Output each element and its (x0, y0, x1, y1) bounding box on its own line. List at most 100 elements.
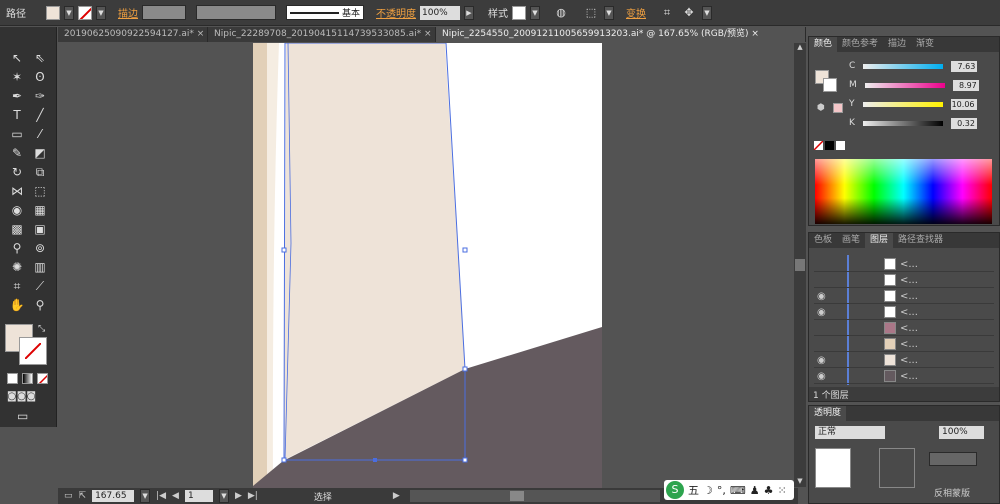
draw-mode-icon[interactable]: ◙◙◙ (7, 391, 36, 402)
none-mode-icon[interactable] (37, 373, 48, 384)
blend-icon[interactable]: ⊚ (30, 239, 50, 257)
ime-shirt-icon[interactable]: ♣ (764, 484, 774, 497)
lasso-icon[interactable]: ʘ (30, 68, 50, 86)
width-icon[interactable]: ⋈ (7, 182, 27, 200)
tab-stroke[interactable]: 描边 (883, 37, 911, 52)
selection-tool-icon[interactable]: ↖ (7, 49, 27, 67)
color-spectrum[interactable] (815, 159, 992, 224)
eye-icon[interactable]: ◉ (817, 291, 826, 302)
eye-icon[interactable]: ◉ (817, 307, 826, 318)
eye-icon[interactable]: ◉ (817, 371, 826, 382)
swap-colors-icon[interactable]: ⤡ (38, 324, 45, 334)
zoom-dropdown[interactable]: ▼ (140, 489, 151, 503)
scroll-down-icon[interactable]: ▼ (794, 477, 806, 485)
opacity-field[interactable]: 100% (420, 5, 460, 20)
page-dropdown[interactable]: ▼ (218, 489, 229, 503)
ime-mode-icon[interactable]: 五 (688, 482, 699, 498)
stroke-weight-field[interactable] (142, 5, 186, 20)
k-value[interactable]: 0.32 (950, 117, 977, 129)
ime-moon-icon[interactable]: ☽ (703, 484, 713, 497)
layer-row[interactable]: ◉ <... (814, 353, 994, 368)
next-page-icon[interactable]: ▶ (235, 491, 242, 501)
stroke-dropdown[interactable]: ▼ (96, 5, 106, 20)
c-value[interactable]: 7.63 (951, 60, 978, 72)
options-icon[interactable]: ✥ (680, 5, 698, 21)
opacity-arrow[interactable]: ▶ (464, 5, 474, 20)
pencil-icon[interactable]: ✎ (7, 144, 27, 162)
magic-wand-icon[interactable]: ✶ (7, 68, 27, 86)
isolate-icon[interactable]: ⌗ (658, 5, 676, 21)
hand-icon[interactable]: ✋ (7, 296, 27, 314)
ime-grid-icon[interactable]: ⁙ (778, 484, 787, 497)
white-swatch[interactable] (836, 141, 845, 150)
tab-transparency[interactable]: 透明度 (809, 406, 847, 421)
m-value[interactable]: 8.97 (952, 79, 979, 91)
style-swatch[interactable] (512, 5, 526, 20)
ime-user-icon[interactable]: ♟ (750, 484, 760, 497)
rectangle-icon[interactable]: ▭ (7, 125, 27, 143)
variable-width-field[interactable] (196, 5, 276, 20)
type-icon[interactable]: T (7, 106, 27, 124)
gradient-mode-icon[interactable] (22, 373, 33, 384)
tab-swatches[interactable]: 色板 (809, 233, 837, 248)
scroll-up-icon[interactable]: ▲ (794, 43, 806, 51)
m-slider[interactable] (864, 82, 945, 88)
prev-page-icon[interactable]: ◀ (172, 491, 179, 501)
ime-punct-icon[interactable]: °, (717, 484, 726, 497)
tab-color[interactable]: 颜色 (809, 37, 838, 52)
scale-icon[interactable]: ⧉ (30, 163, 50, 181)
eraser-icon[interactable]: ◩ (30, 144, 50, 162)
artboard-icon[interactable]: ⌗ (7, 277, 27, 295)
transform-label[interactable]: 变换 (626, 5, 646, 20)
layer-row[interactable]: <... (814, 257, 994, 272)
layer-row[interactable]: <... (814, 321, 994, 336)
page-field[interactable]: 1 (184, 490, 213, 502)
curvature-icon[interactable]: ✑ (30, 87, 50, 105)
pen-icon[interactable]: ✒ (7, 87, 27, 105)
opacity-label[interactable]: 不透明度 (376, 5, 416, 20)
perspective-icon[interactable]: ▦ (30, 201, 50, 219)
transparency-opacity-field[interactable]: 100% (939, 426, 984, 439)
layer-row[interactable]: ◉ <... (814, 369, 994, 384)
make-mask-button[interactable] (929, 452, 977, 466)
color-mode-icon[interactable] (7, 373, 18, 384)
align-icon[interactable]: ⬚ (582, 5, 600, 21)
direct-selection-icon[interactable]: ⇖ (30, 49, 50, 67)
mesh-icon[interactable]: ▩ (7, 220, 27, 238)
stroke-swatch[interactable] (78, 5, 92, 20)
zoom-field[interactable]: 167.65 (92, 490, 135, 502)
k-slider[interactable] (862, 120, 943, 126)
artboard-nav-icon[interactable]: ▭ (64, 491, 73, 501)
vertical-scrollbar[interactable]: ▲ ▼ (794, 43, 806, 487)
tab-color-guide[interactable]: 颜色参考 (837, 37, 883, 52)
artboard[interactable] (253, 43, 602, 489)
style-dropdown[interactable]: ▼ (530, 5, 540, 20)
none-swatch[interactable] (814, 141, 823, 150)
blend-mode-select[interactable]: 正常 (815, 426, 885, 439)
export-icon[interactable]: ⇱ (79, 491, 87, 501)
tab-document-1[interactable]: 20190625090922594127.ai* × (58, 27, 208, 42)
horizontal-scrollbar[interactable] (409, 490, 660, 502)
scroll-thumb-h[interactable] (509, 491, 524, 501)
stroke-label[interactable]: 描边 (118, 5, 138, 20)
slice-icon[interactable]: ⟋ (30, 277, 50, 295)
layer-row[interactable]: <... (814, 273, 994, 288)
tab-document-3[interactable]: Nipic_2254550_20091211005659913203.ai* @… (436, 27, 806, 42)
recolor-icon[interactable]: ◍ (552, 5, 570, 21)
zoom-icon[interactable]: ⚲ (30, 296, 50, 314)
brush-icon[interactable]: ⁄ (30, 125, 50, 143)
rotate-icon[interactable]: ↻ (7, 163, 27, 181)
tab-brushes[interactable]: 画笔 (837, 233, 865, 248)
y-slider[interactable] (862, 101, 943, 107)
status-arrow[interactable]: ▶ (393, 491, 400, 501)
eye-icon[interactable]: ◉ (817, 355, 826, 366)
eyedropper-icon[interactable]: ⚲ (7, 239, 27, 257)
symbol-sprayer-icon[interactable]: ✺ (7, 258, 27, 276)
layer-row[interactable]: ◉ <... (814, 289, 994, 304)
tab-layers[interactable]: 图层 (865, 233, 894, 248)
gradient-icon[interactable]: ▣ (30, 220, 50, 238)
tab-pathfinder[interactable]: 路径查找器 (893, 233, 948, 248)
align-dropdown[interactable]: ▼ (604, 5, 614, 20)
stroke-profile-select[interactable]: 基本 (286, 5, 364, 20)
graph-icon[interactable]: ▥ (30, 258, 50, 276)
